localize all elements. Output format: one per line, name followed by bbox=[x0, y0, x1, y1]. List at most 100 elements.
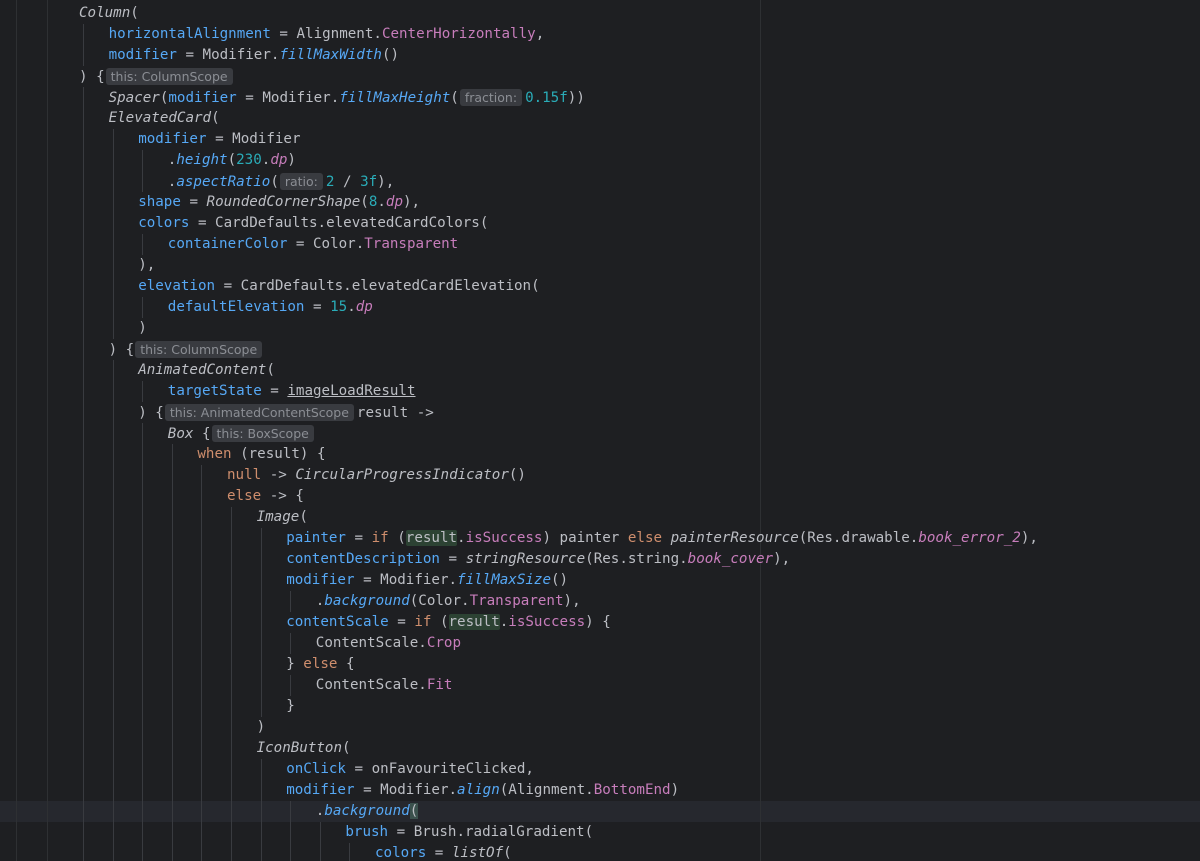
code-token: Box bbox=[167, 426, 194, 442]
code-line[interactable]: .height(230.dp) bbox=[168, 150, 296, 171]
code-token: = bbox=[345, 530, 372, 546]
indent-guide-line bbox=[142, 297, 143, 318]
code-token: = bbox=[180, 194, 207, 210]
code-token: ( bbox=[299, 509, 308, 525]
code-line[interactable]: colors = listOf( bbox=[375, 843, 512, 861]
code-token: CircularProgressIndicator bbox=[295, 467, 509, 483]
code-token: 3f bbox=[360, 174, 378, 190]
left-margin-guide-2 bbox=[47, 0, 48, 861]
code-token: fillMaxWidth bbox=[279, 47, 382, 63]
code-line[interactable]: when (result) { bbox=[197, 444, 325, 465]
code-token: CenterHorizontally bbox=[381, 26, 536, 42]
code-line[interactable]: targetState = imageLoadResult bbox=[168, 381, 416, 402]
code-token: ) { bbox=[79, 69, 105, 85]
code-line[interactable]: AnimatedContent( bbox=[138, 360, 275, 381]
indent-guide-line bbox=[290, 591, 291, 612]
code-line[interactable]: modifier = Modifier.align(Alignment.Bott… bbox=[286, 780, 679, 801]
code-token: } bbox=[286, 698, 295, 714]
code-token: , bbox=[535, 26, 545, 42]
code-line[interactable]: contentScale = if (result.isSuccess) { bbox=[286, 612, 611, 633]
code-token: (Alignment. bbox=[499, 782, 594, 798]
code-line[interactable]: modifier = Modifier.fillMaxWidth() bbox=[109, 45, 399, 66]
code-token: ( bbox=[227, 152, 237, 168]
code-token: = bbox=[261, 383, 288, 399]
code-line[interactable]: modifier = Modifier.fillMaxSize() bbox=[286, 570, 568, 591]
code-line[interactable]: onClick = onFavouriteClicked, bbox=[286, 759, 534, 780]
code-line[interactable]: .background(Color.Transparent), bbox=[316, 591, 581, 612]
code-token: Image bbox=[256, 509, 300, 525]
code-token: result bbox=[405, 530, 458, 546]
code-line[interactable]: modifier = Modifier bbox=[138, 129, 300, 150]
code-token: ) { bbox=[108, 342, 135, 358]
code-line[interactable]: painter = if (result.isSuccess) painter … bbox=[286, 528, 1038, 549]
code-line[interactable]: Spacer (modifier = Modifier.fillMaxHeight… bbox=[109, 87, 585, 108]
code-line[interactable]: horizontalAlignment = Alignment.CenterHo… bbox=[109, 24, 545, 45]
code-token: height bbox=[176, 152, 228, 168]
code-token: ), bbox=[773, 551, 791, 567]
code-token: { bbox=[193, 426, 211, 442]
code-line[interactable]: else -> { bbox=[227, 486, 304, 507]
code-line[interactable]: null -> CircularProgressIndicator() bbox=[227, 465, 526, 486]
code-token: Transparent bbox=[469, 593, 564, 609]
code-line[interactable]: ), bbox=[138, 255, 155, 276]
code-line[interactable]: elevation = CardDefaults.elevatedCardEle… bbox=[138, 276, 539, 297]
code-line[interactable]: defaultElevation = 15.dp bbox=[168, 297, 373, 318]
code-token: (Res.drawable. bbox=[798, 530, 919, 546]
code-editor[interactable]: Column(horizontalAlignment = Alignment.C… bbox=[0, 0, 1200, 861]
code-line[interactable]: ContentScale.Crop bbox=[316, 633, 461, 654]
indent-guide-line bbox=[83, 24, 84, 66]
code-token: } bbox=[286, 656, 304, 672]
code-token: Fit bbox=[426, 677, 453, 693]
code-token: imageLoadResult bbox=[287, 383, 416, 399]
indent-guide-line bbox=[142, 381, 143, 402]
code-line[interactable]: ) bbox=[138, 318, 147, 339]
code-line[interactable]: colors = CardDefaults.elevatedCardColors… bbox=[138, 213, 488, 234]
code-token: if bbox=[414, 614, 432, 630]
code-token: modifier bbox=[286, 782, 355, 798]
code-token: . bbox=[347, 299, 356, 315]
code-line[interactable]: IconButton( bbox=[257, 738, 351, 759]
code-line[interactable]: Box {this: BoxScope bbox=[168, 423, 317, 444]
code-line[interactable]: Column( bbox=[79, 3, 139, 24]
code-line[interactable]: contentDescription = stringResource(Res.… bbox=[286, 549, 790, 570]
code-line[interactable]: brush = Brush.radialGradient( bbox=[345, 822, 593, 843]
code-token: ( bbox=[388, 530, 406, 546]
code-line[interactable]: ) {this: AnimatedContentScope result -> bbox=[138, 402, 434, 423]
code-token: { bbox=[337, 656, 355, 672]
code-token: = CardDefaults.elevatedCardElevation( bbox=[215, 278, 540, 294]
code-token: ) bbox=[256, 719, 266, 735]
code-line[interactable]: .aspectRatio(ratio: 2 / 3f), bbox=[168, 171, 394, 192]
code-token: ), bbox=[377, 174, 395, 190]
code-line[interactable]: containerColor = Color.Transparent bbox=[168, 234, 458, 255]
code-token: dp bbox=[355, 299, 373, 315]
code-line[interactable]: Image( bbox=[257, 507, 308, 528]
code-token: ( bbox=[360, 194, 369, 210]
code-line[interactable]: .background( bbox=[316, 801, 419, 822]
code-token: Column bbox=[79, 5, 131, 21]
code-token: align bbox=[457, 782, 500, 798]
code-token: elevation bbox=[138, 278, 216, 294]
code-line[interactable]: ) bbox=[257, 717, 266, 738]
code-token: ) bbox=[138, 320, 147, 336]
code-token: else bbox=[627, 530, 663, 546]
code-line[interactable]: ) {this: ColumnScope bbox=[109, 339, 266, 360]
code-token: when bbox=[197, 446, 232, 462]
code-token: = bbox=[426, 845, 452, 861]
indent-guide-line bbox=[261, 759, 262, 861]
inlay-hint: this: ColumnScope bbox=[135, 341, 263, 358]
inlay-hint: ratio: bbox=[279, 173, 323, 190]
code-line[interactable]: ElevatedCard( bbox=[109, 108, 220, 129]
code-token: defaultElevation bbox=[167, 299, 305, 315]
code-token: ), bbox=[1020, 530, 1038, 546]
code-token: dp bbox=[385, 194, 404, 210]
code-token: ( bbox=[266, 362, 275, 378]
code-token: -> { bbox=[261, 488, 304, 504]
code-token: fillMaxSize bbox=[457, 572, 551, 588]
code-line[interactable]: } bbox=[286, 696, 295, 717]
code-line[interactable]: ) {this: ColumnScope bbox=[79, 66, 236, 87]
code-line[interactable]: shape = RoundedCornerShape(8.dp), bbox=[138, 192, 420, 213]
code-token: = onFavouriteClicked, bbox=[345, 761, 534, 777]
code-line[interactable]: ContentScale.Fit bbox=[316, 675, 453, 696]
code-line[interactable]: } else { bbox=[286, 654, 354, 675]
